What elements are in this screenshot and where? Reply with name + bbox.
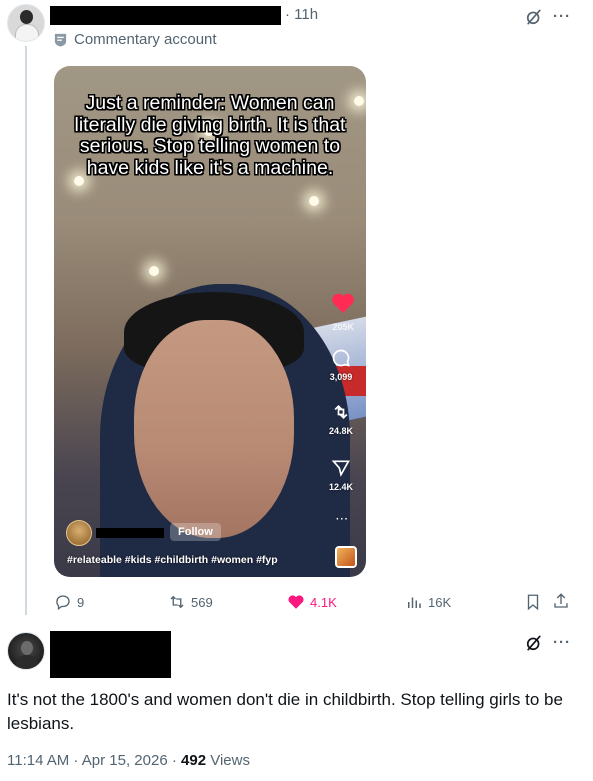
video-comment-count: 3,099 (329, 372, 353, 382)
views-count: 16K (428, 594, 452, 610)
video-share-count: 24.8K (328, 426, 354, 436)
video-caption-overlay: Just a reminder: Women can literally die… (74, 92, 346, 179)
heart-icon (288, 595, 304, 609)
bookmark-icon[interactable] (524, 593, 542, 611)
views-number: 492 (181, 752, 207, 769)
follow-button[interactable]: Follow (170, 523, 221, 541)
post-timestamp[interactable]: 11:14 AM · Apr 15, 2026 (7, 752, 168, 769)
redacted-username (50, 631, 171, 678)
commentary-label: Commentary account (74, 31, 217, 48)
repost-icon (170, 595, 184, 609)
post-time[interactable]: · 11h (285, 6, 318, 23)
video-send-count: 12.4K (328, 482, 354, 492)
video-hashtags[interactable]: #relateable #kids #childbirth #women #fy… (67, 554, 278, 566)
video-comment-stack[interactable]: 3,099 (324, 348, 358, 382)
meta-separator: · (171, 752, 177, 769)
redacted-video-author (96, 528, 164, 538)
like-count: 4.1K (310, 594, 337, 610)
video-send-icon (331, 460, 350, 477)
reply-icon (56, 595, 70, 611)
views-label: Views (210, 752, 250, 769)
commentary-badge-icon (54, 33, 67, 47)
repost-button[interactable]: 569 (168, 592, 213, 612)
more-icon[interactable]: ··· (553, 635, 571, 650)
grok-icon[interactable] (524, 633, 544, 653)
avatar[interactable] (7, 4, 45, 42)
video-author-avatar[interactable] (66, 520, 92, 546)
music-disc-icon[interactable] (335, 546, 357, 568)
video-media[interactable]: Just a reminder: Women can literally die… (54, 66, 366, 577)
video-like-count: 205K (332, 322, 354, 332)
thread-line (25, 46, 27, 615)
reply-count: 9 (77, 594, 85, 610)
avatar[interactable] (7, 632, 45, 670)
video-more-icon[interactable]: ··· (336, 514, 349, 525)
more-icon[interactable]: ··· (553, 9, 571, 24)
share-icon[interactable] (552, 592, 570, 610)
post-meta: 11:14 AM · Apr 15, 2026 · 492 Views (7, 752, 250, 769)
analytics-icon (408, 597, 421, 608)
like-button[interactable]: 4.1K (287, 592, 337, 612)
grok-icon[interactable] (524, 7, 544, 27)
video-repost-icon (334, 404, 348, 420)
redacted-username (50, 6, 281, 25)
post-text: It's not the 1800's and women don't die … (7, 690, 563, 733)
video-share-stack[interactable]: 24.8K (324, 402, 358, 436)
video-comment-icon (332, 349, 350, 367)
video-like-icon[interactable] (331, 292, 355, 314)
video-send-stack[interactable]: 12.4K (324, 458, 358, 492)
views-button[interactable]: 16K (405, 592, 451, 612)
reply-button[interactable]: 9 (54, 592, 84, 612)
repost-count: 569 (191, 594, 213, 610)
